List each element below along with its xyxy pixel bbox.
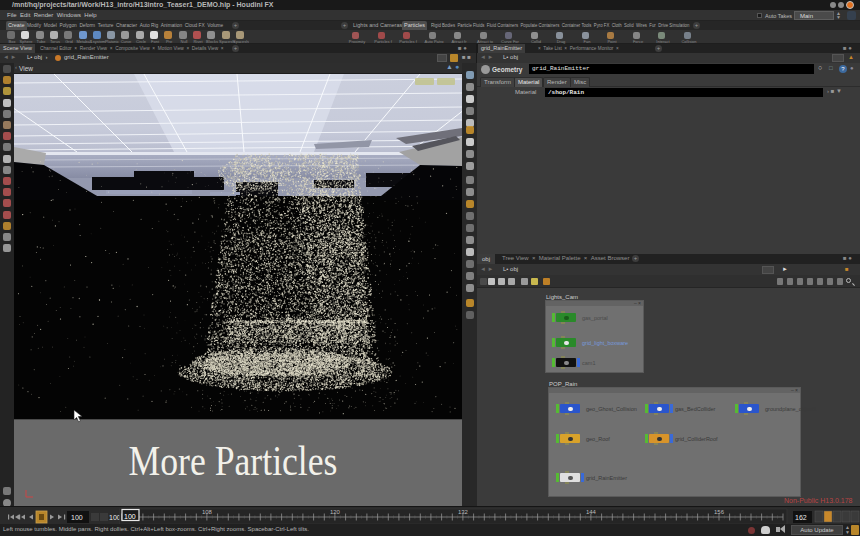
svg-text:162: 162 [795,514,807,521]
svg-text:100: 100 [109,514,121,521]
svg-text:156: 156 [714,509,725,515]
svg-text:100: 100 [124,513,136,520]
svg-text:108: 108 [202,509,213,515]
svg-text:More Particles: More Particles [129,438,338,484]
svg-text:144: 144 [586,509,597,515]
svg-text:120: 120 [330,509,341,515]
svg-text:132: 132 [458,509,469,515]
svg-text:100: 100 [71,514,83,521]
